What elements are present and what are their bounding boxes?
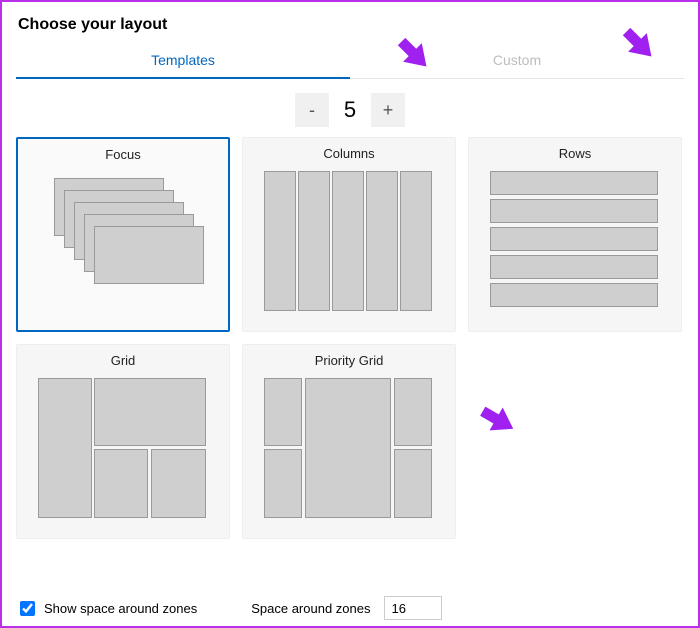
zone-count-value: 5 (335, 93, 365, 127)
template-label: Grid (111, 353, 136, 368)
template-label: Columns (323, 146, 374, 161)
preview-columns (260, 171, 438, 311)
preview-priority-grid (260, 378, 438, 518)
template-columns[interactable]: Columns (242, 137, 456, 332)
show-space-checkbox[interactable] (20, 601, 35, 616)
zone-count-stepper: - 5 + (16, 93, 684, 127)
template-cards: Focus Columns Rows (16, 137, 684, 539)
template-rows[interactable]: Rows (468, 137, 682, 332)
template-label: Rows (559, 146, 592, 161)
preview-grid (34, 378, 212, 518)
show-space-text: Show space around zones (44, 601, 197, 616)
space-around-zones-label: Space around zones (251, 601, 370, 616)
space-around-zones-input[interactable] (384, 596, 442, 620)
template-focus[interactable]: Focus (16, 137, 230, 332)
tab-custom[interactable]: Custom (350, 44, 684, 78)
decrease-button[interactable]: - (295, 93, 329, 127)
footer: Show space around zones Space around zon… (16, 596, 684, 620)
page-title: Choose your layout (18, 16, 684, 34)
tabs: Templates Custom (16, 44, 684, 79)
preview-focus (34, 172, 212, 312)
template-grid[interactable]: Grid (16, 344, 230, 539)
template-label: Priority Grid (315, 353, 384, 368)
template-priority-grid[interactable]: Priority Grid (242, 344, 456, 539)
tab-templates[interactable]: Templates (16, 44, 350, 78)
preview-rows (486, 171, 664, 311)
show-space-checkbox-label[interactable]: Show space around zones (16, 598, 197, 619)
increase-button[interactable]: + (371, 93, 405, 127)
template-label: Focus (105, 147, 140, 162)
